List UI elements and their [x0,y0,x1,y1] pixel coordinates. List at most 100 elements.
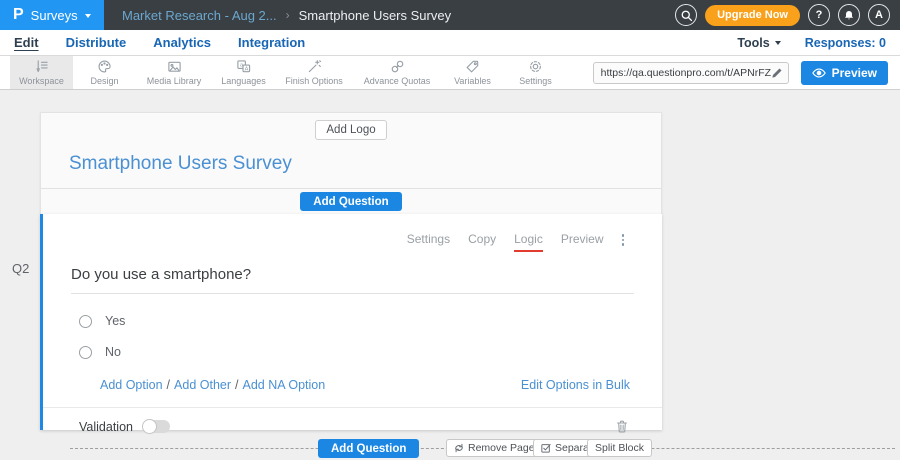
top-bar: P Surveys Market Research - Aug 2... › S… [0,0,900,30]
answer-options: Yes No [79,314,662,359]
separator-checkbox-icon [541,443,551,453]
question-tab-copy[interactable]: Copy [468,232,496,250]
add-na-option-link[interactable]: Add NA Option [243,378,326,392]
design-icon [97,59,112,74]
toolbar-item-label: Finish Options [285,76,343,86]
questionpro-logo: P [13,7,24,23]
radio-button[interactable] [79,315,92,328]
toolbar-item-label: Variables [454,76,491,86]
delete-question-button[interactable] [615,419,629,434]
topbar-actions: Upgrade Now ? A [675,4,900,26]
notifications-button[interactable] [838,4,860,26]
toolbar-item-label: Workspace [19,76,64,86]
toolbar-item-label: Languages [221,76,266,86]
option-label[interactable]: No [105,345,121,359]
question-text-field[interactable]: Do you use a smartphone? [71,266,634,294]
question-card: Q2 Settings Copy Logic Preview Do you us… [40,214,662,430]
add-other-link[interactable]: Add Other [174,378,231,392]
nav-tab-integration[interactable]: Integration [238,35,305,50]
validation-label: Validation [79,420,133,434]
finish-options-icon [307,59,322,74]
chevron-down-icon [775,41,781,45]
add-option-links: Add Option / Add Other / Add NA Option [100,378,325,392]
question-tabs: Settings Copy Logic Preview [43,214,662,252]
survey-editor-canvas: Add Logo Smartphone Users Survey Add Que… [0,90,900,460]
radio-button[interactable] [79,346,92,359]
preview-button[interactable]: Preview [801,61,888,85]
nav-right: Tools Responses: 0 [737,36,886,50]
settings-icon [528,59,543,74]
tools-menu[interactable]: Tools [737,36,780,50]
validation-toggle[interactable] [143,420,170,433]
question-more-menu-icon[interactable] [622,234,625,246]
trash-icon [615,419,629,434]
option-label[interactable]: Yes [105,314,125,328]
eye-icon [812,68,826,78]
survey-url-input[interactable] [601,67,771,79]
toolbar-item-media-library[interactable]: Media Library [136,56,212,89]
workspace-toolbar: Workspace Design Media Library aA Langua… [0,56,900,90]
add-question-button-top[interactable]: Add Question [300,192,401,211]
toolbar-item-design[interactable]: Design [73,56,136,89]
link-separator: / [235,378,238,392]
add-question-band: Add Question [41,188,661,214]
toolbar-item-label: Settings [519,76,552,86]
toolbar-item-finish-options[interactable]: Finish Options [275,56,353,89]
toolbar-item-label: Advance Quotas [364,76,431,86]
option-row-yes: Yes [79,314,662,328]
chevron-down-icon [85,14,91,18]
link-separator: / [167,378,170,392]
breadcrumb-parent[interactable]: Market Research - Aug 2... [122,8,277,23]
edit-options-in-bulk-link[interactable]: Edit Options in Bulk [521,378,630,392]
split-block-label: Split Block [595,442,644,454]
languages-icon: aA [236,59,251,74]
toolbar-item-variables[interactable]: Variables [441,56,504,89]
toolbar-item-settings[interactable]: Settings [504,56,567,89]
breadcrumb: Market Research - Aug 2... › Smartphone … [122,8,451,23]
bell-icon [843,9,855,22]
survey-header-card: Add Logo Smartphone Users Survey Add Que… [40,112,662,214]
toolbar-item-workspace[interactable]: Workspace [10,56,73,89]
question-id-label: Q2 [12,261,29,276]
account-avatar[interactable]: A [868,4,890,26]
survey-nav-bar: Edit Distribute Analytics Integration To… [0,30,900,56]
advance-quotas-icon [390,59,405,74]
split-block-button[interactable]: Split Block [587,439,652,457]
survey-title[interactable]: Smartphone Users Survey [41,140,661,188]
option-actions-row: Add Option / Add Other / Add NA Option Edit … [100,378,630,392]
breadcrumb-current: Smartphone Users Survey [299,8,451,23]
help-button[interactable]: ? [808,4,830,26]
tools-menu-label: Tools [737,36,769,50]
nav-items: Edit Distribute Analytics Integration [14,35,305,50]
toolbar-item-advance-quotas[interactable]: Advance Quotas [353,56,441,89]
responses-count[interactable]: Responses: 0 [805,36,886,50]
nav-tab-edit[interactable]: Edit [14,35,39,50]
question-tab-settings[interactable]: Settings [407,232,450,250]
add-logo-button[interactable]: Add Logo [315,120,386,140]
option-row-no: No [79,345,662,359]
media-library-icon [167,59,182,74]
survey-url-field[interactable] [593,62,789,84]
svg-text:A: A [245,67,249,73]
nav-tab-analytics[interactable]: Analytics [153,35,211,50]
question-tab-logic[interactable]: Logic [514,232,543,252]
add-option-link[interactable]: Add Option [100,378,163,392]
preview-button-label: Preview [832,66,877,80]
edit-url-pencil-icon[interactable] [771,67,783,79]
variables-icon [465,59,480,74]
nav-tab-distribute[interactable]: Distribute [66,35,127,50]
question-tab-preview[interactable]: Preview [561,232,604,250]
toolbar-item-languages[interactable]: aA Languages [212,56,275,89]
search-button[interactable] [675,4,697,26]
toolbar-item-label: Media Library [147,76,202,86]
surveys-menu[interactable]: P Surveys [0,0,104,30]
remove-page-break-icon [454,443,464,453]
upgrade-now-button[interactable]: Upgrade Now [705,5,800,26]
surveys-menu-label: Surveys [31,8,78,23]
toolbar-right: Preview [593,56,900,89]
workspace-icon [34,59,49,74]
add-question-button-bottom[interactable]: Add Question [318,439,419,458]
question-text[interactable]: Do you use a smartphone? [71,266,251,283]
question-footer-row: Validation [43,407,662,434]
breadcrumb-separator: › [286,8,290,22]
